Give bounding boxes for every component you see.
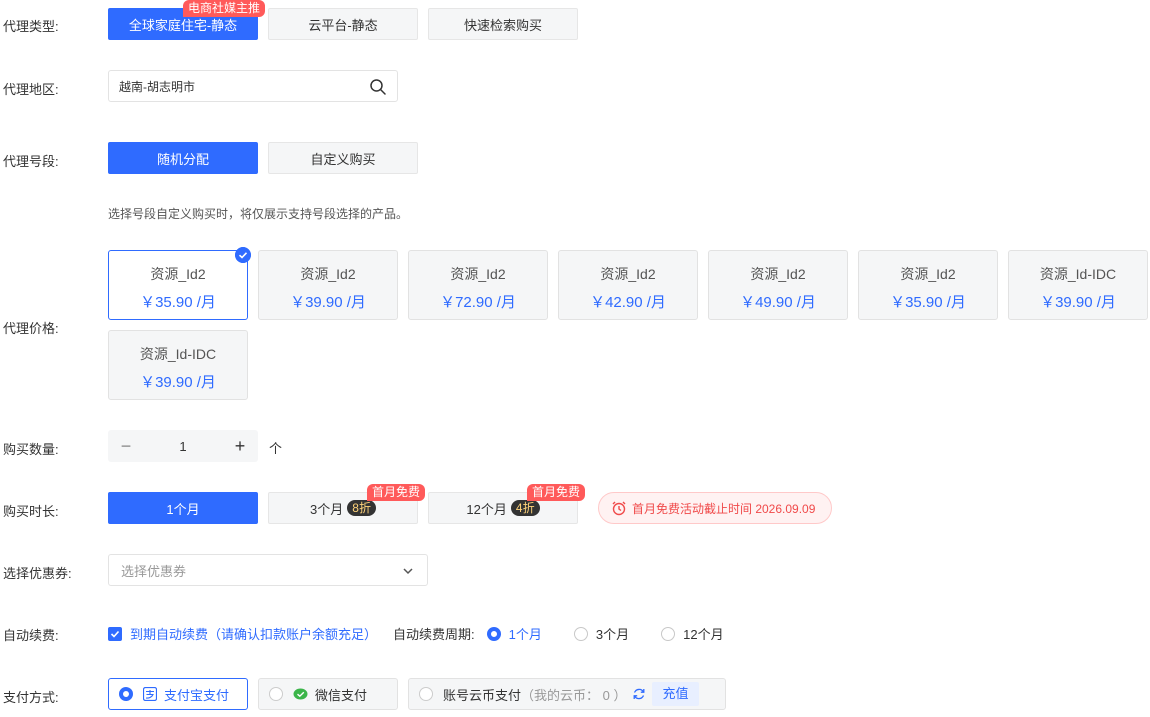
quantity-unit: 个: [269, 441, 283, 456]
price-card[interactable]: 资源_Id2 ￥39.90 /月: [258, 250, 398, 320]
selected-check-icon: [235, 247, 251, 263]
price-card[interactable]: 资源_Id-IDC ￥39.90 /月: [1008, 250, 1148, 320]
quantity-label: 购买数量:: [3, 442, 59, 457]
price-card[interactable]: 资源_Id2 ￥35.90 /月: [108, 247, 251, 320]
region-search-input[interactable]: 越南-胡志明市: [108, 70, 398, 102]
pay-wechat-label: 微信支付: [315, 687, 368, 703]
radio-dot: [573, 626, 588, 641]
coin-balance: （我的云币： 0 ）: [521, 687, 627, 703]
radio-dot: [269, 687, 283, 701]
quantity-stepper: − 1 +: [108, 430, 258, 462]
price-card-price: ￥39.90 /月: [290, 294, 366, 311]
promo-deadline-text: 首月免费活动截止时间 2026.09.09: [632, 501, 816, 516]
duration-label: 购买时长:: [3, 504, 59, 519]
renew-cycle-label: 3个月: [595, 627, 630, 642]
price-card-price: ￥35.90 /月: [140, 294, 216, 311]
price-card-name: 资源_Id2: [900, 266, 956, 282]
price-card[interactable]: 资源_Id-IDC ￥39.90 /月: [108, 330, 248, 400]
price-card-price: ￥39.90 /月: [1040, 294, 1116, 311]
radio-dot: [661, 626, 676, 641]
proxy-region-label: 代理地区:: [3, 82, 59, 97]
check-icon: [110, 630, 120, 638]
payment-label: 支付方式:: [3, 690, 59, 705]
pay-wechat-button[interactable]: 微信支付: [258, 678, 398, 710]
recharge-button[interactable]: 充值: [652, 682, 699, 706]
price-card-name: 资源_Id-IDC: [1039, 266, 1117, 282]
discount-badge: 4折: [510, 500, 540, 516]
search-icon[interactable]: [369, 78, 387, 96]
coupon-select[interactable]: 选择优惠券: [108, 554, 428, 586]
proxy-price-label: 代理价格:: [3, 321, 59, 336]
pay-account-button[interactable]: 账号云币支付 （我的云币： 0 ） 充值: [408, 678, 726, 710]
renew-cycle-12-months-radio[interactable]: 12个月: [661, 624, 724, 643]
quantity-value-input[interactable]: 1: [144, 439, 222, 454]
price-card[interactable]: 资源_Id2 ￥49.90 /月: [708, 250, 848, 320]
refresh-icon[interactable]: [632, 687, 646, 701]
proxy-type-label: 代理类型:: [3, 19, 59, 34]
radio-dot: [419, 687, 433, 701]
price-card[interactable]: 资源_Id2 ￥42.90 /月: [558, 250, 698, 320]
renew-cycle-label: 12个月: [683, 627, 724, 642]
auto-renew-checkbox[interactable]: [108, 626, 122, 641]
proxy-type-cloud-label: 云平台-静态: [308, 17, 378, 33]
wechat-icon: [293, 688, 308, 699]
pay-account-label: 账号云币支付: [443, 687, 522, 703]
coupon-label: 选择优惠券:: [3, 566, 72, 581]
price-card-name: 资源_Id2: [300, 266, 356, 282]
segment-random-button[interactable]: 随机分配: [108, 142, 258, 174]
duration-1-month-label: 1个月: [166, 501, 200, 517]
price-card[interactable]: 资源_Id2 ￥72.90 /月: [408, 250, 548, 320]
proxy-type-quick-search-label: 快速检索购买: [463, 17, 542, 33]
pay-alipay-button[interactable]: 支付宝支付: [108, 678, 248, 710]
proxy-segment-label: 代理号段:: [3, 154, 59, 169]
duration-12-months-label: 12个月: [466, 501, 507, 517]
proxy-type-residential-label: 全球家庭住宅-静态: [128, 17, 238, 33]
segment-hint: 选择号段自定义购买时，将仅展示支持号段选择的产品。: [108, 207, 409, 221]
auto-renew-row: 到期自动续费（请确认扣款账户余额充足） 自动续费周期: 1个月 3个月 12个月: [108, 624, 724, 643]
duration-1-month-button[interactable]: 1个月: [108, 492, 258, 524]
pay-alipay-label: 支付宝支付: [164, 687, 230, 703]
segment-random-label: 随机分配: [156, 151, 209, 167]
price-card-price: ￥39.90 /月: [140, 374, 216, 391]
price-card-name: 资源_Id2: [450, 266, 506, 282]
promo-deadline-notice: 首月免费活动截止时间 2026.09.09: [598, 492, 832, 524]
auto-renew-cycle-label: 自动续费周期:: [393, 627, 475, 642]
price-card[interactable]: 资源_Id2 ￥35.90 /月: [858, 250, 998, 320]
segment-custom-label: 自定义购买: [310, 151, 376, 167]
segment-custom-button[interactable]: 自定义购买: [268, 142, 418, 174]
alipay-icon: [143, 687, 157, 701]
renew-cycle-label: 1个月: [508, 627, 542, 642]
auto-renew-checkbox-label[interactable]: 到期自动续费（请确认扣款账户余额充足）: [130, 624, 377, 643]
price-card-name: 资源_Id2: [600, 266, 656, 282]
region-value: 越南-胡志明市: [119, 79, 195, 94]
duration-3-months-label: 3个月: [310, 501, 344, 517]
price-card-price: ￥42.90 /月: [590, 294, 666, 311]
price-card-price: ￥72.90 /月: [440, 294, 516, 311]
recommend-tag: 电商社媒主推: [183, 0, 266, 17]
renew-cycle-1-month-radio[interactable]: 1个月: [486, 624, 542, 643]
coupon-placeholder: 选择优惠券: [121, 563, 187, 579]
price-card-price: ￥35.90 /月: [890, 294, 966, 311]
discount-badge: 8折: [347, 500, 376, 516]
radio-dot: [486, 626, 501, 641]
chevron-down-icon: [403, 568, 413, 575]
price-card-name: 资源_Id2: [750, 266, 806, 282]
proxy-type-quick-search-button[interactable]: 快速检索购买: [428, 8, 578, 40]
first-month-free-tag: 首月免费: [527, 484, 586, 501]
proxy-type-cloud-button[interactable]: 云平台-静态: [268, 8, 418, 40]
price-card-price: ￥49.90 /月: [740, 294, 816, 311]
radio-dot: [119, 687, 133, 701]
quantity-increment-button[interactable]: +: [222, 430, 258, 462]
price-card-name: 资源_Id2: [150, 266, 206, 282]
quantity-decrement-button[interactable]: −: [108, 430, 144, 462]
auto-renew-label: 自动续费:: [3, 628, 59, 643]
first-month-free-tag: 首月免费: [367, 484, 426, 501]
alarm-clock-icon: [612, 501, 626, 516]
price-card-name: 资源_Id-IDC: [139, 346, 217, 362]
renew-cycle-3-months-radio[interactable]: 3个月: [573, 624, 630, 643]
